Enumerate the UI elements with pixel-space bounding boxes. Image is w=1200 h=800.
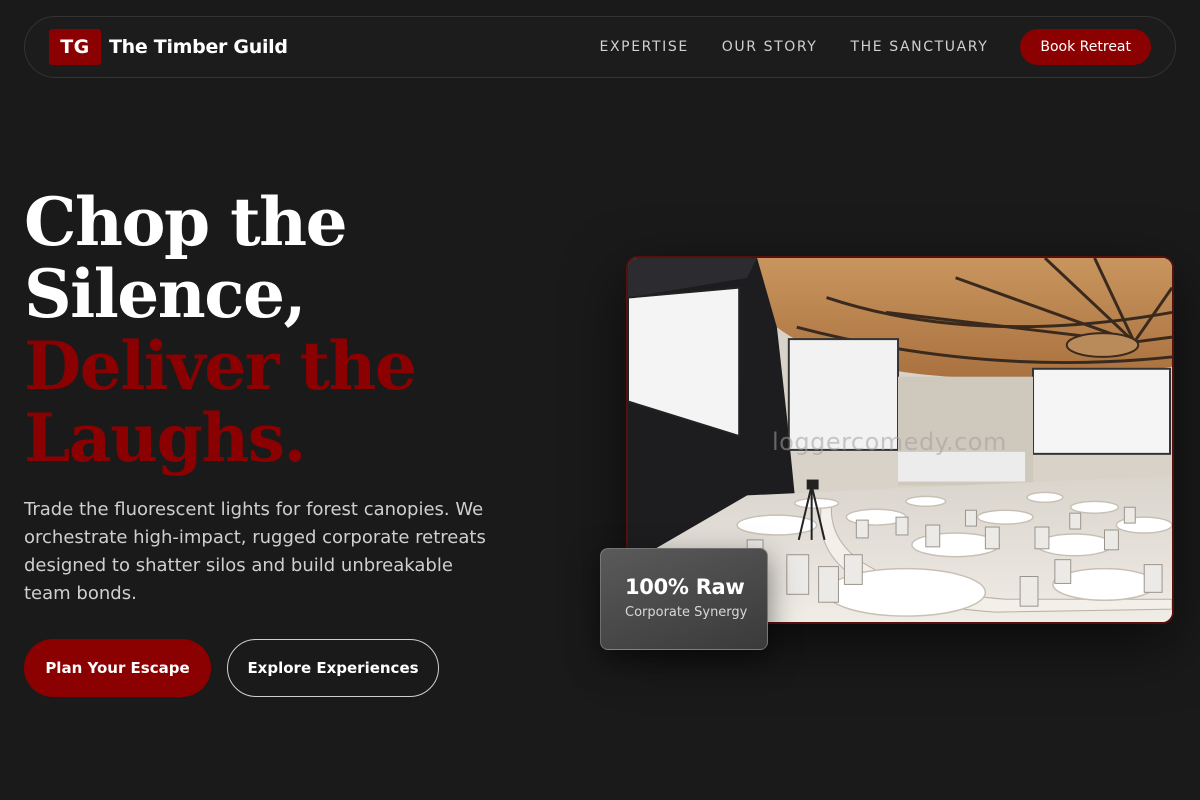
explore-experiences-button[interactable]: Explore Experiences <box>227 639 439 697</box>
nav-links: EXPERTISE OUR STORY THE SANCTUARY Book R… <box>567 29 1151 65</box>
book-retreat-button[interactable]: Book Retreat <box>1020 29 1151 65</box>
landing-page: TG The Timber Guild EXPERTISE OUR STORY … <box>0 0 1200 800</box>
hero-headline: Chop the Silence, Deliver the Laughs. <box>24 186 564 474</box>
headline-line-3: Deliver the <box>24 327 417 405</box>
watermark-text: loggercomedy.com <box>772 428 1007 456</box>
headline-line-1: Chop the <box>24 183 348 261</box>
top-navigation: TG The Timber Guild EXPERTISE OUR STORY … <box>24 16 1176 78</box>
brand-logo-link[interactable]: TG The Timber Guild <box>49 29 288 65</box>
nav-link-the-sanctuary[interactable]: THE SANCTUARY <box>850 39 988 55</box>
brand-mark: TG <box>49 29 101 65</box>
stat-label: Corporate Synergy <box>625 605 748 620</box>
nav-link-our-story[interactable]: OUR STORY <box>722 39 818 55</box>
plan-your-escape-button[interactable]: Plan Your Escape <box>24 639 211 697</box>
brand-name: The Timber Guild <box>109 36 288 58</box>
nav-link-expertise[interactable]: EXPERTISE <box>600 39 689 55</box>
stat-value: 100% Raw <box>625 575 745 599</box>
stat-card: 100% Raw Corporate Synergy <box>600 548 768 650</box>
headline-line-4: Laughs. <box>24 399 306 477</box>
hero-subtext: Trade the fluorescent lights for forest … <box>24 499 486 604</box>
headline-line-2: Silence, <box>24 255 306 333</box>
